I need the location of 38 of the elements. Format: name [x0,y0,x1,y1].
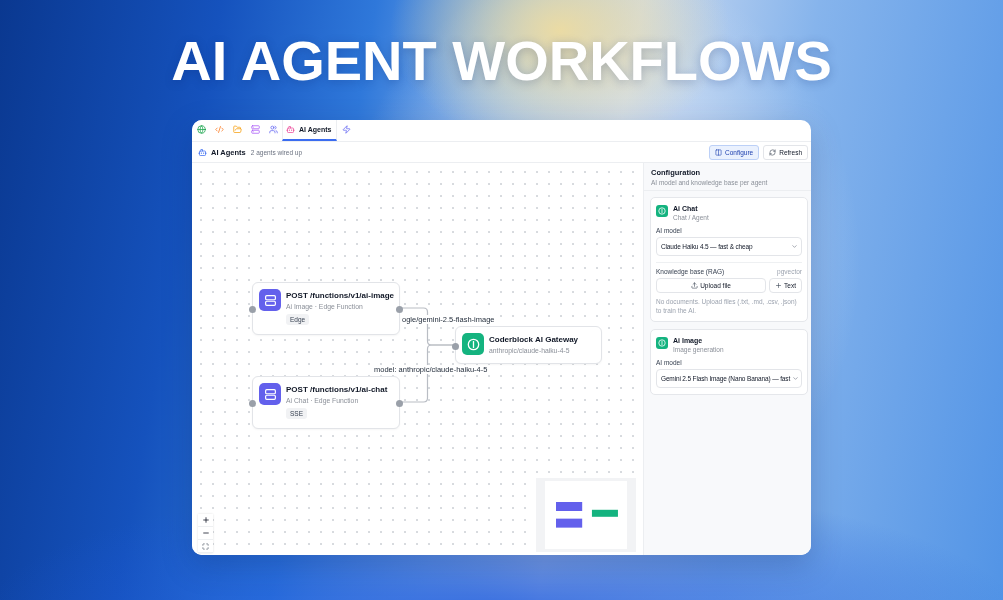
node-title: POST /functions/v1/ai-image [286,291,395,300]
node-title: POST /functions/v1/ai-chat [286,385,388,394]
fullscreen-icon [202,542,209,550]
minimap-node [591,509,618,517]
chevron-icon [792,375,800,382]
columns-icon [715,148,723,156]
globe-icon [196,125,206,134]
handle-dot[interactable] [452,342,459,350]
minus-icon [201,529,210,537]
zoom-in-button[interactable] [198,514,213,527]
tab[interactable] [192,120,210,141]
plus-icon [775,282,783,289]
server-icon [259,383,281,405]
server-icon [250,125,260,134]
minimap-node [556,518,583,528]
minimap[interactable] [536,478,636,552]
canvas[interactable] [192,163,643,555]
plus-icon [201,516,210,524]
minimap-node [556,502,583,511]
robot-icon [286,125,295,134]
handle-dot[interactable] [249,399,256,407]
upload-icon [691,282,699,289]
users-icon [268,125,278,134]
circle-line-icon [656,337,668,349]
refresh-icon [769,148,777,156]
handle-dot[interactable] [396,305,403,313]
lightning-icon [341,125,351,134]
folder-icon [232,125,242,134]
handle-dot[interactable] [396,399,403,407]
code-icon [214,125,224,134]
chevron-icon [791,243,798,250]
server-icon [259,289,281,311]
robot-icon [198,147,207,157]
zoom-out-button[interactable] [198,527,213,540]
node-title: Coderblock AI Gateway [489,335,579,344]
fit-view-button[interactable] [198,540,213,553]
handle-dot[interactable] [249,305,256,313]
circle-line-icon [656,205,668,217]
